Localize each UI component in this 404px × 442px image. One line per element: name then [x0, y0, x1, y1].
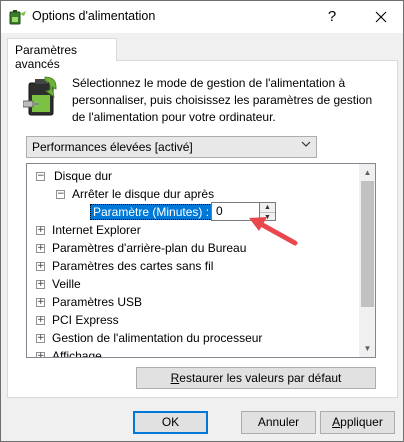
tree-item-label: Arrêter le disque dur après	[72, 187, 215, 201]
expand-icon[interactable]: +	[36, 226, 45, 235]
power-options-dialog: Options d'alimentation ? Paramètres avan…	[0, 0, 404, 442]
ok-button[interactable]: OK	[133, 411, 208, 434]
tree-item-label: Paramètres des cartes sans fil	[52, 259, 214, 273]
expand-icon[interactable]: +	[36, 298, 45, 307]
setting-minutes-label[interactable]: Paramètre (Minutes) :	[90, 204, 213, 220]
restore-defaults-button[interactable]: Restaurer les valeurs par défaut	[136, 367, 376, 389]
vertical-scrollbar[interactable]: ▲ ▼	[359, 164, 375, 357]
power-options-icon	[9, 10, 26, 25]
expand-icon[interactable]: +	[36, 352, 45, 357]
battery-power-icon	[23, 76, 57, 116]
tree-item-label: Gestion de l'alimentation du processeur	[52, 331, 263, 345]
restore-label: estaurer les valeurs par défaut	[179, 371, 342, 385]
expand-icon[interactable]: +	[36, 334, 45, 343]
tree-item-label: Affichage	[52, 349, 102, 358]
apply-accelerator: A	[332, 415, 341, 429]
cancel-button[interactable]: Annuler	[241, 411, 316, 434]
title-bar[interactable]: Options d'alimentation ?	[1, 1, 403, 33]
tree-item-label: Paramètres d'arrière-plan du Bureau	[52, 241, 247, 255]
collapse-icon[interactable]: −	[36, 172, 45, 181]
instructions-text: Sélectionnez le mode de gestion de l'ali…	[72, 76, 373, 124]
tree-item-label: Disque dur	[54, 169, 113, 183]
expand-icon[interactable]: +	[36, 262, 45, 271]
chevron-down-icon	[301, 140, 311, 151]
power-plan-dropdown[interactable]: Performances élevées [activé]	[26, 136, 317, 158]
settings-tree[interactable]: − Disque dur − Arrêter le disque dur apr…	[26, 163, 376, 358]
tree-item-label: Veille	[52, 277, 81, 291]
tab-advanced-settings[interactable]: Paramètres avancés	[7, 38, 117, 71]
close-icon	[375, 11, 387, 23]
tree-item-label: Paramètres USB	[52, 295, 143, 309]
expand-icon[interactable]: +	[36, 316, 45, 325]
scroll-down-icon[interactable]: ▼	[359, 340, 375, 357]
scroll-up-icon[interactable]: ▲	[359, 164, 375, 181]
apply-label: ppliquer	[340, 415, 383, 429]
spin-up-icon[interactable]: ▲	[260, 203, 275, 212]
power-plan-value: Performances élevées [activé]	[32, 140, 193, 154]
red-pointer-arrow-icon	[249, 217, 298, 246]
expand-icon[interactable]: +	[36, 244, 45, 253]
close-button[interactable]	[363, 4, 399, 30]
collapse-icon[interactable]: −	[56, 190, 65, 199]
help-button[interactable]: ?	[319, 4, 345, 30]
expand-icon[interactable]: +	[36, 280, 45, 289]
apply-button[interactable]: Appliquer	[320, 411, 395, 434]
scroll-thumb[interactable]	[361, 181, 374, 307]
window-title: Options d'alimentation	[32, 9, 156, 23]
tree-item-label: Internet Explorer	[52, 223, 141, 237]
tree-item-label: PCI Express	[52, 313, 119, 327]
restore-accelerator: R	[170, 371, 180, 385]
